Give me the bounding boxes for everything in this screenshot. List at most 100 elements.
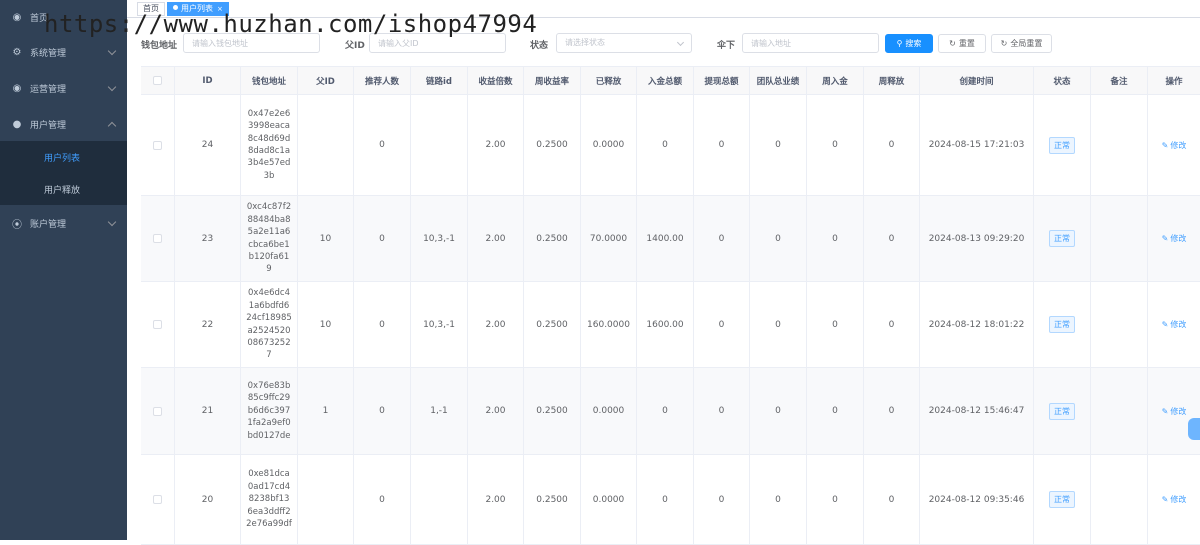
sidebar: ◉ 首页 ⚙ 系统管理 ◉ 运营管理 ● 用户管理 用户列表 用户释放 ⦿ 账户… — [0, 0, 127, 540]
cell-path: 10,3,-1 — [411, 196, 468, 281]
edit-button[interactable]: ✎ 修改 — [1162, 233, 1187, 244]
refresh-icon: ↻ — [949, 39, 956, 48]
cell-note — [1091, 196, 1148, 281]
global-reset-button[interactable]: ↻ 全局重置 — [991, 34, 1052, 53]
header-released[interactable]: 已释放 — [581, 67, 637, 94]
cell-actions: ✎ 修改 — [1148, 95, 1200, 195]
select-all-cell[interactable] — [141, 67, 175, 94]
header-id[interactable]: ID — [175, 67, 241, 94]
menu-item-system[interactable]: ⚙ 系统管理 — [0, 35, 127, 69]
cell-parent-id: 10 — [298, 196, 354, 281]
cell-week-release: 0 — [864, 196, 920, 281]
select-all-checkbox[interactable] — [153, 76, 162, 85]
cell-id: 21 — [175, 368, 241, 454]
under-address-input[interactable] — [742, 33, 879, 53]
header-created[interactable]: 创建时间 — [920, 67, 1034, 94]
menu-item-operations[interactable]: ◉ 运营管理 — [0, 71, 127, 105]
floating-tool-button[interactable] — [1188, 418, 1200, 440]
cell-note — [1091, 368, 1148, 454]
table-row: 21 0x76e83b85c9ffc29b6d6c3971fa2a9ef0bd01… — [141, 368, 1200, 455]
cell-created: 2024-08-12 15:46:47 — [920, 368, 1034, 454]
cell-deposit: 0 — [637, 368, 694, 454]
cell-week-deposit: 0 — [807, 455, 864, 544]
cell-status: 正常 — [1034, 196, 1091, 281]
row-checkbox[interactable] — [153, 234, 162, 243]
cell-refs: 0 — [354, 368, 411, 454]
search-button[interactable]: ⚲ 搜索 — [885, 34, 933, 53]
cell-id: 24 — [175, 95, 241, 195]
row-checkbox[interactable] — [153, 406, 162, 416]
edit-button[interactable]: ✎ 修改 — [1162, 140, 1187, 151]
cell-week-deposit: 0 — [807, 95, 864, 195]
refresh-icon: ↻ — [1000, 39, 1008, 48]
cell-week-deposit: 0 — [807, 368, 864, 454]
cell-released: 0.0000 — [581, 368, 637, 454]
cell-note — [1091, 95, 1148, 195]
status-badge: 正常 — [1049, 402, 1075, 420]
table-row: 22 0x4e6dc41a6bdfd624cf18985a252452008673… — [141, 282, 1200, 368]
search-button-label: 搜索 — [905, 39, 922, 48]
cell-mult: 2.00 — [468, 95, 524, 195]
header-parent-id[interactable]: 父ID — [298, 67, 354, 94]
cell-released: 70.0000 — [581, 196, 637, 281]
cell-status: 正常 — [1034, 95, 1091, 195]
header-team[interactable]: 团队总业绩 — [750, 67, 807, 94]
header-status[interactable]: 状态 — [1034, 67, 1091, 94]
menu-label: 账户管理 — [30, 219, 67, 230]
circle-icon: ⦿ — [12, 219, 22, 231]
cell-team: 0 — [750, 196, 807, 281]
header-week-release[interactable]: 周释放 — [864, 67, 920, 94]
cell-week-deposit: 0 — [807, 196, 864, 281]
table-row: 20 0xe81dca0ad17cd48238bf136ea3ddff22e76a… — [141, 455, 1200, 545]
edit-button[interactable]: ✎ 修改 — [1162, 319, 1187, 330]
wallet-address: 0x4e6dc41a6bdfd624cf18985a25245200867325… — [246, 288, 292, 361]
header-mult[interactable]: 收益倍数 — [468, 67, 524, 94]
cell-released: 0.0000 — [581, 95, 637, 195]
dashboard-icon: ◉ — [12, 82, 22, 94]
menu-item-accounts[interactable]: ⦿ 账户管理 — [0, 206, 127, 240]
cell-week-release: 0 — [864, 368, 920, 454]
cell-status: 正常 — [1034, 455, 1091, 544]
wallet-address: 0x47e2e63998eaca8c48d69d8dad8c1a3b4e57ed… — [247, 108, 291, 181]
header-note[interactable]: 备注 — [1091, 67, 1148, 94]
parent-id-label: 父ID — [345, 41, 365, 51]
status-select[interactable]: 请选择状态 — [556, 33, 692, 53]
wallet-label: 钱包地址 — [141, 41, 178, 51]
edit-button[interactable]: ✎ 修改 — [1162, 494, 1187, 505]
submenu-item-user-release[interactable]: 用户释放 — [0, 173, 127, 205]
cell-week-release: 0 — [864, 455, 920, 544]
user-icon: ● — [12, 118, 22, 130]
header-wallet[interactable]: 钱包地址 — [241, 67, 298, 94]
row-checkbox[interactable] — [153, 495, 162, 504]
status-badge: 正常 — [1049, 230, 1075, 247]
header-path[interactable]: 链路id — [411, 67, 468, 94]
header-refs[interactable]: 推荐人数 — [354, 67, 411, 94]
edit-label: 修改 — [1170, 495, 1187, 504]
header-withdraw[interactable]: 提现总额 — [694, 67, 750, 94]
header-rate[interactable]: 周收益率 — [524, 67, 581, 94]
reset-button[interactable]: ↻ 重置 — [938, 34, 986, 53]
submenu-item-user-list[interactable]: 用户列表 — [0, 141, 127, 173]
edit-label: 修改 — [1170, 234, 1187, 243]
cell-path: 1,-1 — [411, 368, 468, 454]
cell-withdraw: 0 — [694, 455, 750, 544]
edit-icon: ✎ — [1161, 406, 1169, 416]
cell-rate: 0.2500 — [524, 95, 581, 195]
select-cell — [141, 95, 175, 195]
cell-team: 0 — [750, 455, 807, 544]
cell-actions: ✎ 修改 — [1148, 282, 1200, 367]
header-deposit[interactable]: 入金总额 — [637, 67, 694, 94]
row-checkbox[interactable] — [153, 140, 162, 150]
edit-button[interactable]: ✎ 修改 — [1162, 406, 1187, 417]
row-checkbox[interactable] — [153, 320, 162, 329]
cell-refs: 0 — [354, 455, 411, 544]
cell-created: 2024-08-12 09:35:46 — [920, 455, 1034, 544]
wallet-address: 0x76e83b85c9ffc29b6d6c3971fa2a9ef0bd0127… — [247, 380, 291, 441]
cell-created: 2024-08-12 18:01:22 — [920, 282, 1034, 367]
header-week-deposit[interactable]: 周入金 — [807, 67, 864, 94]
cell-released: 0.0000 — [581, 455, 637, 544]
menu-item-users[interactable]: ● 用户管理 — [0, 107, 127, 141]
cell-mult: 2.00 — [468, 455, 524, 544]
watermark: https://www.huzhan.com/ishop47994 — [44, 10, 538, 38]
edit-icon: ✎ — [1161, 495, 1169, 504]
